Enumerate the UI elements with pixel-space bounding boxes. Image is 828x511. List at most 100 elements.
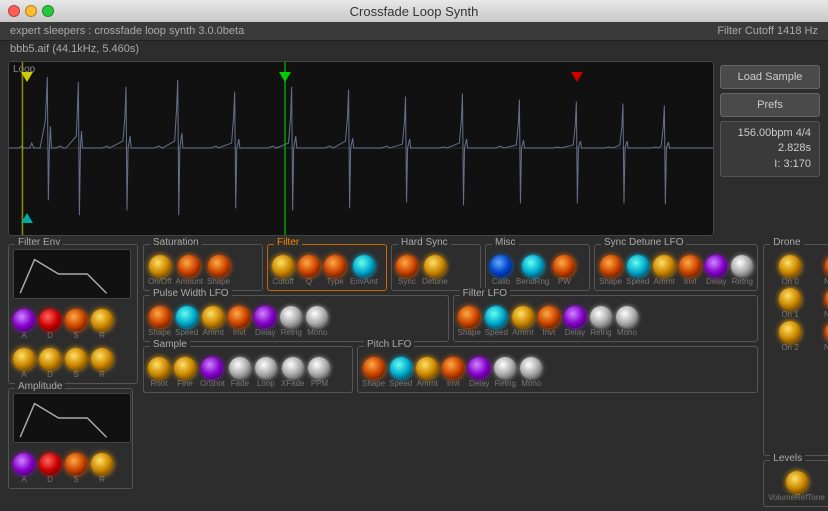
flfo-invt-knob[interactable] <box>538 306 560 328</box>
loop-end-marker[interactable] <box>571 72 583 82</box>
sdlfo-shape-knob[interactable] <box>600 255 622 277</box>
pwlfo-mono-label: Mono <box>307 328 327 337</box>
filter-env-s2-label: S <box>73 370 78 379</box>
filter-env-r2-knob[interactable] <box>91 348 113 370</box>
sat-amount-knob[interactable] <box>178 255 200 277</box>
pwlfo-speed-knob[interactable] <box>176 306 198 328</box>
misc-bendRng-knob[interactable] <box>522 255 544 277</box>
maximize-button[interactable] <box>42 5 54 17</box>
detune-label: Detune <box>422 277 448 286</box>
filter-cutoff-label: Cutoff <box>272 277 293 286</box>
plfo-invt-knob[interactable] <box>442 357 464 379</box>
load-sample-button[interactable]: Load Sample <box>720 65 820 89</box>
pwlfo-shape-knob[interactable] <box>149 306 171 328</box>
plfo-amrnt-knob[interactable] <box>416 357 438 379</box>
pwlfo-invt-knob[interactable] <box>228 306 250 328</box>
close-button[interactable] <box>8 5 20 17</box>
sat-shape-knob[interactable] <box>208 255 230 277</box>
amp-r-knob[interactable] <box>91 453 113 475</box>
sample-fine-knob[interactable] <box>174 357 196 379</box>
pwlfo-mono-knob[interactable] <box>306 306 328 328</box>
sync-knob[interactable] <box>396 255 418 277</box>
filter-env-s-knob[interactable] <box>65 309 87 331</box>
amp-a-knob[interactable] <box>13 453 35 475</box>
minimize-button[interactable] <box>25 5 37 17</box>
amp-d-label: D <box>47 475 53 484</box>
levels-vol-knob[interactable] <box>786 471 808 493</box>
drone-on1-knob[interactable] <box>779 288 801 310</box>
sample-xfade-knob[interactable] <box>282 357 304 379</box>
flfo-retrig-knob[interactable] <box>590 306 612 328</box>
prefs-button[interactable]: Prefs <box>720 93 820 117</box>
misc-bendRng: BendRng <box>516 255 549 286</box>
sample-ppm-knob[interactable] <box>308 357 330 379</box>
sdlfo-invt-knob[interactable] <box>679 255 701 277</box>
drone-on2-knob[interactable] <box>779 321 801 343</box>
flfo-shape-knob[interactable] <box>458 306 480 328</box>
drone-note1: Note 1 <box>814 288 828 319</box>
pitch-lfo-label: Pitch LFO <box>364 339 414 350</box>
sdlfo-delay: Delay <box>705 255 727 286</box>
plfo-speed-knob[interactable] <box>390 357 412 379</box>
amp-s-label: S <box>73 475 78 484</box>
filter-env-d-knob[interactable] <box>39 309 61 331</box>
detune-knob[interactable] <box>424 255 446 277</box>
plfo-retrig-knob[interactable] <box>494 357 516 379</box>
flfo-mono-label: Mono <box>617 328 637 337</box>
window-controls[interactable] <box>8 5 54 17</box>
flfo-mono-knob[interactable] <box>616 306 638 328</box>
sample-oshot-knob[interactable] <box>201 357 223 379</box>
flfo-speed-knob[interactable] <box>485 306 507 328</box>
loop-marker-green[interactable] <box>279 72 291 82</box>
sdlfo-retrig-knob[interactable] <box>731 255 753 277</box>
plfo-mono-knob[interactable] <box>520 357 542 379</box>
sample-fine-label: Fine <box>177 379 193 388</box>
sdlfo-speed-knob[interactable] <box>627 255 649 277</box>
plfo-delay-knob[interactable] <box>468 357 490 379</box>
filter-env-knobs-row2: A D S R <box>13 342 133 379</box>
flfo-amrnt-knob[interactable] <box>512 306 534 328</box>
bpm-info: 156.00bpm 4/4 2.828s I: 3:170 <box>720 121 820 177</box>
misc-calib-knob[interactable] <box>490 255 512 277</box>
drone-on0-knob[interactable] <box>779 255 801 277</box>
sdlfo-retrig: Retrig <box>731 255 753 286</box>
misc-knobs: Calib BendRng PW <box>490 249 585 286</box>
amp-d-knob[interactable] <box>39 453 61 475</box>
loop-start-marker[interactable] <box>21 72 33 82</box>
controls-middle: Saturation On/Off Amount Shape <box>143 244 758 507</box>
sdlfo-amrnt-knob[interactable] <box>653 255 675 277</box>
plfo-retrig: Retrig <box>494 357 516 388</box>
pwlfo-delay-knob[interactable] <box>254 306 276 328</box>
plfo-shape-knob[interactable] <box>363 357 385 379</box>
flfo-delay-label: Delay <box>565 328 585 337</box>
amp-s-knob[interactable] <box>65 453 87 475</box>
filter-env-a2-knob[interactable] <box>13 348 35 370</box>
sample-loop-knob[interactable] <box>255 357 277 379</box>
filter-envamt-knob[interactable] <box>353 255 375 277</box>
sdlfo-delay-knob[interactable] <box>705 255 727 277</box>
sample-fade-knob[interactable] <box>229 357 251 379</box>
plfo-shape: Shape <box>362 357 385 388</box>
sat-onoff-knob[interactable] <box>149 255 171 277</box>
flfo-delay-knob[interactable] <box>564 306 586 328</box>
filter-env-r-knob[interactable] <box>91 309 113 331</box>
misc-pw-knob[interactable] <box>553 255 575 277</box>
sample-root-knob[interactable] <box>148 357 170 379</box>
filter-knobs: Cutoff Q Type EnvAmt <box>272 249 382 286</box>
filter-type-knob[interactable] <box>324 255 346 277</box>
right-panel: Load Sample Prefs 156.00bpm 4/4 2.828s I… <box>720 61 820 236</box>
filter-label: Filter <box>274 237 302 248</box>
filter-env-d1: D <box>39 309 61 340</box>
filter-env-s2-knob[interactable] <box>65 348 87 370</box>
pwlfo-retrig-knob[interactable] <box>280 306 302 328</box>
filter-q-knob[interactable] <box>298 255 320 277</box>
sample-ppm-label: PPM <box>311 379 328 388</box>
filter-lfo-panel: Filter LFO Shape Speed Amrnt <box>453 295 759 342</box>
waveform-panel[interactable]: Loop <box>8 61 714 236</box>
loop-bottom-marker[interactable] <box>21 213 33 223</box>
filter-env-a-knob[interactable] <box>13 309 35 331</box>
filter-info: Filter Cutoff 1418 Hz <box>717 25 818 37</box>
filter-cutoff-knob[interactable] <box>272 255 294 277</box>
pwlfo-amrnt-knob[interactable] <box>202 306 224 328</box>
filter-env-d2-knob[interactable] <box>39 348 61 370</box>
